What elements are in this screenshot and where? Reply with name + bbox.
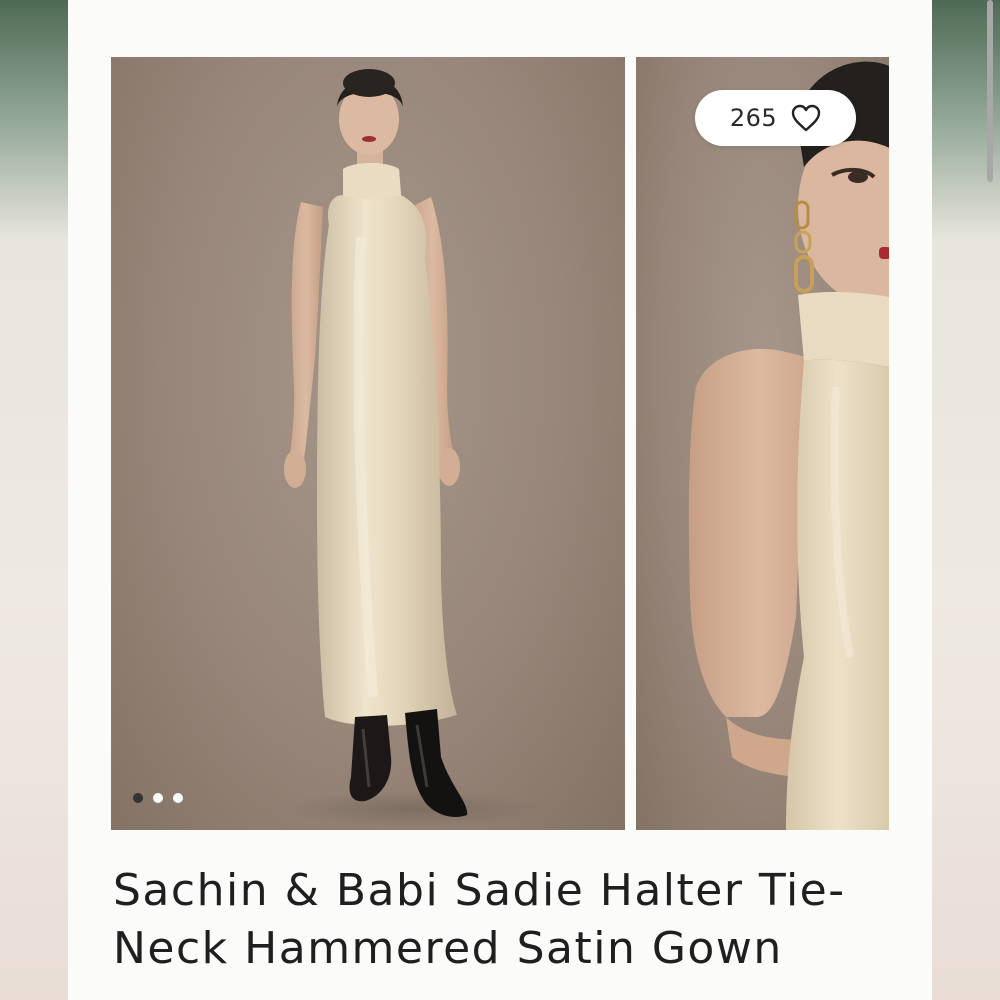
product-photo-secondary[interactable]	[636, 57, 889, 830]
carousel-dot-3[interactable]	[173, 793, 183, 803]
product-title: Sachin & Babi Sadie Halter Tie-Neck Hamm…	[113, 865, 846, 974]
model-full-body-image	[283, 69, 543, 827]
scrollbar-thumb[interactable]	[987, 0, 993, 182]
carousel-dot-2[interactable]	[153, 793, 163, 803]
heart-outline-icon	[791, 104, 821, 132]
like-button[interactable]: 265	[695, 90, 856, 146]
model-closeup-image	[688, 61, 889, 830]
like-count: 265	[729, 104, 778, 132]
carousel-indicator	[133, 793, 183, 803]
product-photo-main[interactable]	[111, 57, 625, 830]
carousel-dot-1[interactable]	[133, 793, 143, 803]
listing-page: 265 Sachin & Babi Sadie Halter Tie-Neck …	[68, 0, 993, 1000]
